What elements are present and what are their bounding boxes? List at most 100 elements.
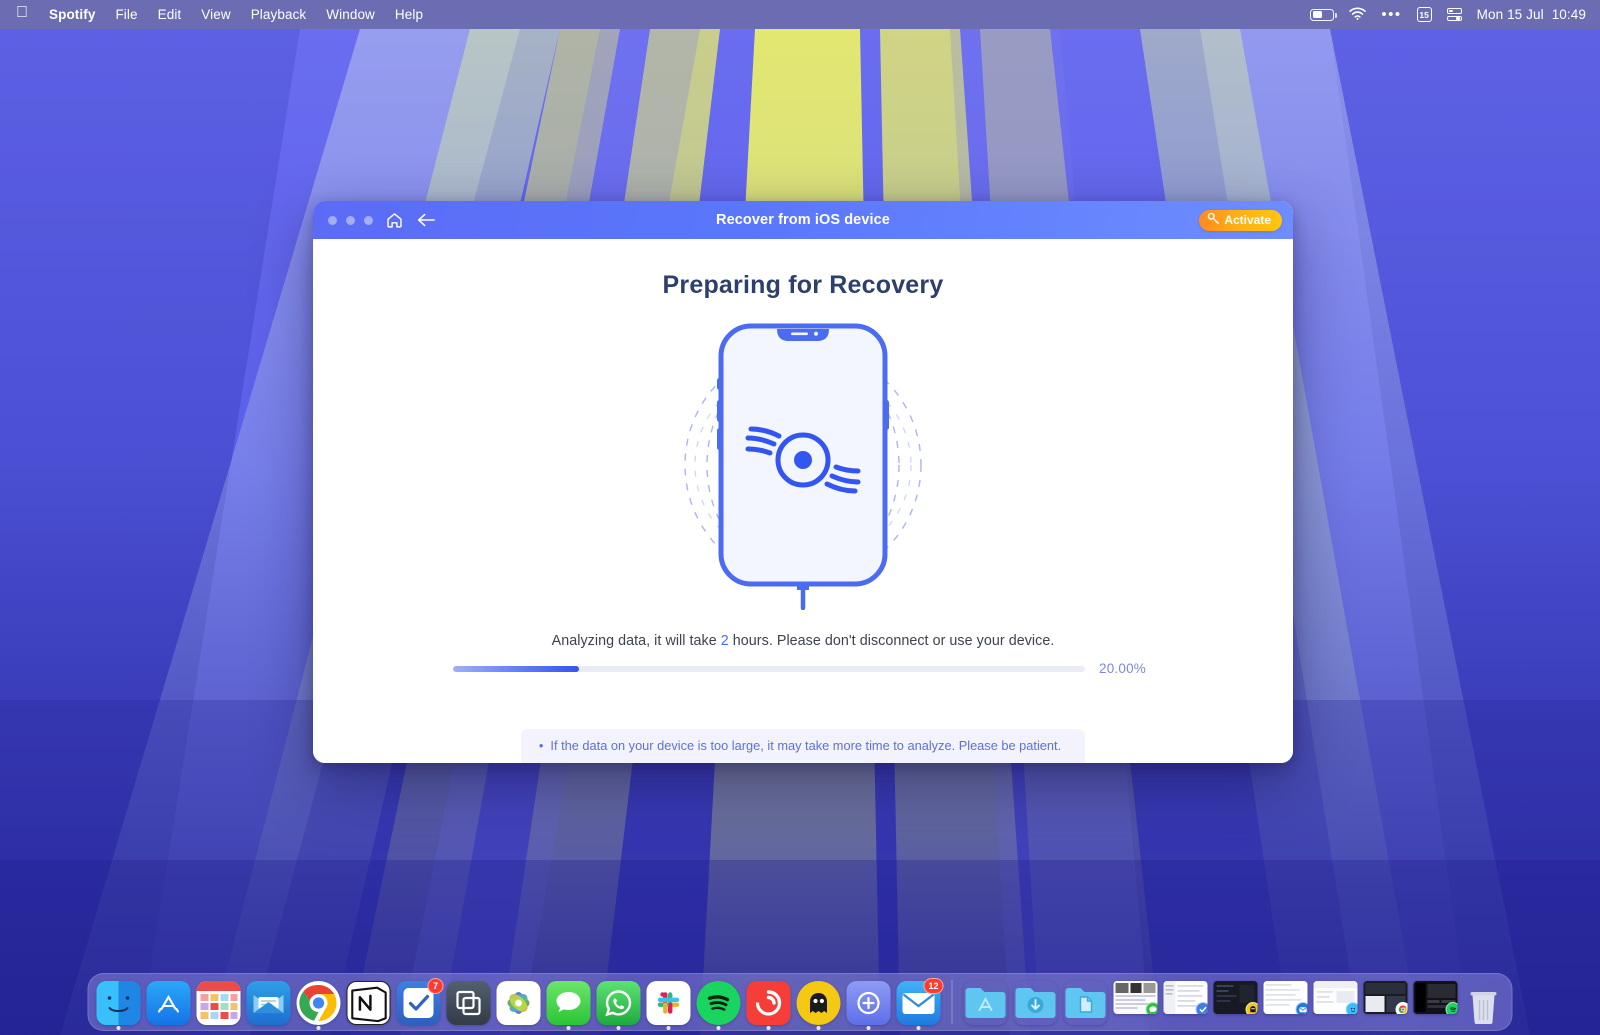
- wifi-icon[interactable]: [1349, 7, 1366, 23]
- cyberghost-icon: [797, 981, 841, 1025]
- dock-item-pocket-casts[interactable]: [747, 981, 791, 1025]
- dock-item-google-chrome[interactable]: [297, 981, 341, 1025]
- menu-item-edit[interactable]: Edit: [148, 4, 192, 25]
- dock-item-fantastical[interactable]: [197, 981, 241, 1025]
- minimized-app-badge-spotify: [1446, 1002, 1458, 1014]
- running-indicator: [567, 1026, 571, 1030]
- clock-time: 10:49: [1552, 7, 1586, 22]
- control-center-icon[interactable]: [1447, 8, 1462, 21]
- iphone-scanning-illustration: [673, 320, 933, 615]
- dock-item-minimized-window-spotify[interactable]: [1414, 981, 1458, 1025]
- menu-bar:  Spotify File Edit View Playback Window…: [0, 0, 1600, 29]
- menu-item-window[interactable]: Window: [316, 4, 385, 25]
- downloads-folder-icon: [1014, 981, 1058, 1025]
- slack-icon: [647, 981, 691, 1025]
- things-badge: 7: [428, 978, 444, 994]
- page-title: Preparing for Recovery: [663, 271, 944, 300]
- dock-item-magnet[interactable]: [447, 981, 491, 1025]
- minimized-window-thumbnail: [1414, 981, 1458, 1014]
- info-note-text: If the data on your device is too large,…: [550, 738, 1061, 753]
- minimized-window-thumbnail: [1314, 981, 1358, 1014]
- dock-item-finder[interactable]: [97, 981, 141, 1025]
- dock-item-minimized-window-cyberghost[interactable]: [1214, 981, 1258, 1025]
- finder-icon: [97, 981, 141, 1025]
- status-message: Analyzing data, it will take 2 hours. Pl…: [552, 633, 1055, 649]
- status-suffix: hours. Please don't disconnect or use yo…: [729, 633, 1055, 649]
- menu-bar-clock[interactable]: Mon 15 Jul 10:49: [1477, 7, 1586, 22]
- menu-item-playback[interactable]: Playback: [241, 4, 317, 25]
- back-arrow-icon[interactable]: [416, 211, 436, 229]
- menu-item-view[interactable]: View: [191, 4, 240, 25]
- applications-folder-icon: [964, 981, 1008, 1025]
- dock-item-minimized-window-mail[interactable]: [1264, 981, 1308, 1025]
- dock-separator: [952, 980, 953, 1024]
- minimized-app-badge-messages: [1146, 1002, 1158, 1014]
- minimize-button[interactable]: [346, 216, 355, 225]
- dock-item-whatsapp[interactable]: [597, 981, 641, 1025]
- dock-item-notion[interactable]: [347, 981, 391, 1025]
- activate-label: Activate: [1224, 213, 1271, 227]
- home-icon[interactable]: [385, 211, 404, 230]
- app-store-icon: [147, 981, 191, 1025]
- dock-item-plus-app[interactable]: [847, 981, 891, 1025]
- documents-folder-icon: [1064, 981, 1108, 1025]
- magnet-icon: [447, 981, 491, 1025]
- menu-item-file[interactable]: File: [105, 4, 147, 25]
- whatsapp-icon: [597, 981, 641, 1025]
- note-bar: • If the data on your device is too larg…: [313, 729, 1293, 763]
- dock-item-mail[interactable]: 12: [897, 981, 941, 1025]
- running-indicator: [867, 1026, 871, 1030]
- dock-item-slack[interactable]: [647, 981, 691, 1025]
- dock-item-minimized-window-finder[interactable]: [1314, 981, 1358, 1025]
- dock-item-applications-folder[interactable]: [964, 981, 1008, 1025]
- running-indicator: [617, 1026, 621, 1030]
- dock-item-cyberghost[interactable]: [797, 981, 841, 1025]
- mail-badge: 12: [923, 978, 943, 994]
- dock-item-minimized-window-chrome[interactable]: [1364, 981, 1408, 1025]
- apple-menu-icon[interactable]: : [8, 5, 39, 24]
- minimized-app-badge-mail: [1296, 1002, 1308, 1014]
- dock-item-app-store[interactable]: [147, 981, 191, 1025]
- bullet-icon: •: [539, 739, 544, 752]
- window-title-bar: Recover from iOS device Activate: [313, 201, 1293, 239]
- chrome-icon: [297, 981, 341, 1025]
- dock-item-things[interactable]: 7: [397, 981, 441, 1025]
- info-note: • If the data on your device is too larg…: [521, 729, 1085, 763]
- battery-icon[interactable]: [1310, 9, 1334, 21]
- minimized-window-thumbnail: [1364, 981, 1408, 1014]
- status-hours: 2: [721, 633, 729, 649]
- dock-item-trash[interactable]: [1464, 981, 1504, 1025]
- zoom-button[interactable]: [364, 216, 373, 225]
- messages-icon: [547, 981, 591, 1025]
- menu-item-help[interactable]: Help: [385, 4, 433, 25]
- dock-item-messages[interactable]: [547, 981, 591, 1025]
- dock-item-minimized-window-things[interactable]: [1164, 981, 1208, 1025]
- running-indicator: [117, 1026, 121, 1030]
- menu-item-app[interactable]: Spotify: [39, 4, 105, 25]
- progress-bar-fill: [453, 666, 579, 672]
- app-window: Recover from iOS device Activate Prepari…: [313, 201, 1293, 763]
- clock-date: Mon 15 Jul: [1477, 7, 1544, 22]
- dock-item-documents-folder[interactable]: [1064, 981, 1108, 1025]
- running-indicator: [917, 1026, 921, 1030]
- calendar-icon[interactable]: 15: [1417, 7, 1432, 22]
- dock-item-downloads-folder[interactable]: [1014, 981, 1058, 1025]
- menu-bar-status-area: ••• 15 Mon 15 Jul 10:49: [1310, 7, 1600, 23]
- pocket-casts-icon: [747, 981, 791, 1025]
- menu-bar-left:  Spotify File Edit View Playback Window…: [0, 4, 433, 25]
- dock-item-photos[interactable]: [497, 981, 541, 1025]
- progress-row: 20.00%: [453, 661, 1153, 676]
- dock-item-spotify[interactable]: [697, 981, 741, 1025]
- minimized-window-thumbnail: [1114, 981, 1158, 1014]
- running-indicator: [767, 1026, 771, 1030]
- window-traffic-lights: [313, 216, 373, 225]
- running-indicator: [667, 1026, 671, 1030]
- dock-item-minimized-window-messages[interactable]: [1114, 981, 1158, 1025]
- trash-icon: [1464, 981, 1504, 1025]
- minimized-app-badge-chrome: [1396, 1002, 1408, 1014]
- fantastical-icon: [197, 981, 241, 1025]
- dock-item-spark-mail[interactable]: [247, 981, 291, 1025]
- close-button[interactable]: [328, 216, 337, 225]
- activate-button[interactable]: Activate: [1199, 210, 1282, 231]
- control-center-ellipsis-icon[interactable]: •••: [1381, 11, 1401, 19]
